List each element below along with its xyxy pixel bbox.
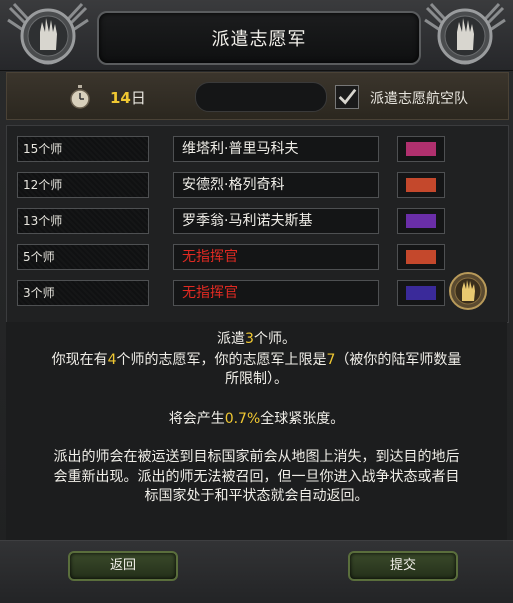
hand-emblem-icon (424, 2, 506, 65)
air-volunteers-checkbox[interactable] (335, 85, 359, 109)
travel-days: 14日 (110, 87, 146, 108)
color-selector[interactable] (397, 136, 445, 162)
color-swatch (406, 142, 436, 156)
color-swatch (406, 250, 436, 264)
color-swatch (406, 286, 436, 300)
division-count: 15个师 (17, 136, 149, 162)
description-line: 所限制）。 (225, 371, 288, 387)
description-line: 派出的师会在被运送到目标国家前会从地图上消失，到达目的地后 (53, 449, 460, 465)
title-plate: 派遣志愿军 (97, 11, 421, 65)
send-volunteers-window: 派遣志愿军 14日 派遣志愿航空队 15个师 维塔利·普里马科夫 12个师 安德… (0, 0, 513, 603)
description-line: 派遣3个师。 (217, 331, 296, 347)
division-count: 5个师 (17, 244, 149, 270)
color-selector[interactable] (397, 244, 445, 270)
division-list: 15个师 维塔利·普里马科夫 12个师 安德烈·格列奇科 13个师 罗季翁·马利… (6, 125, 509, 323)
division-row[interactable]: 3个师 无指挥官 (13, 280, 501, 308)
description-line: 会重新出现。派出的师无法被召回，但一旦你进入战争状态或者目 (53, 469, 460, 485)
hand-emblem-icon (7, 2, 89, 65)
info-bar: 14日 派遣志愿航空队 (6, 72, 509, 120)
volunteer-medal-icon (449, 272, 487, 310)
commander-name[interactable]: 罗季翁·马利诺夫斯基 (173, 208, 379, 234)
division-row[interactable]: 5个师 无指挥官 (13, 244, 501, 272)
color-selector[interactable] (397, 208, 445, 234)
checkmark-icon (338, 88, 357, 105)
window-title: 派遣志愿军 (211, 29, 307, 50)
commander-name[interactable]: 无指挥官 (173, 244, 379, 270)
division-count: 13个师 (17, 208, 149, 234)
empty-slot (195, 82, 327, 112)
days-unit: 日 (130, 89, 146, 107)
submit-button[interactable]: 提交 (348, 551, 458, 581)
description-line: 将会产生0.7%全球紧张度。 (168, 411, 345, 427)
division-row[interactable]: 12个师 安德烈·格列奇科 (13, 172, 501, 200)
stopwatch-icon (70, 85, 90, 109)
days-value: 14 (110, 89, 131, 107)
division-count: 3个师 (17, 280, 149, 306)
description-line: 标国家处于和平状态就会自动返回。 (144, 488, 369, 504)
air-volunteers-label: 派遣志愿航空队 (370, 91, 468, 107)
commander-name[interactable]: 无指挥官 (173, 280, 379, 306)
commander-name[interactable]: 安德烈·格列奇科 (173, 172, 379, 198)
window-header: 派遣志愿军 (0, 0, 513, 71)
footer: 返回 提交 (0, 540, 513, 603)
division-count: 12个师 (17, 172, 149, 198)
color-selector[interactable] (397, 280, 445, 306)
commander-name[interactable]: 维塔利·普里马科夫 (173, 136, 379, 162)
color-swatch (406, 178, 436, 192)
division-row[interactable]: 15个师 维塔利·普里马科夫 (13, 136, 501, 164)
color-swatch (406, 214, 436, 228)
back-button[interactable]: 返回 (68, 551, 178, 581)
description-line: 你现在有4个师的志愿军，你的志愿军上限是7（被你的陆军师数量 (51, 352, 462, 368)
color-selector[interactable] (397, 172, 445, 198)
division-row[interactable]: 13个师 罗季翁·马利诺夫斯基 (13, 208, 501, 236)
description-panel: 派遣3个师。 你现在有4个师的志愿军，你的志愿军上限是7（被你的陆军师数量 所限… (6, 322, 507, 540)
